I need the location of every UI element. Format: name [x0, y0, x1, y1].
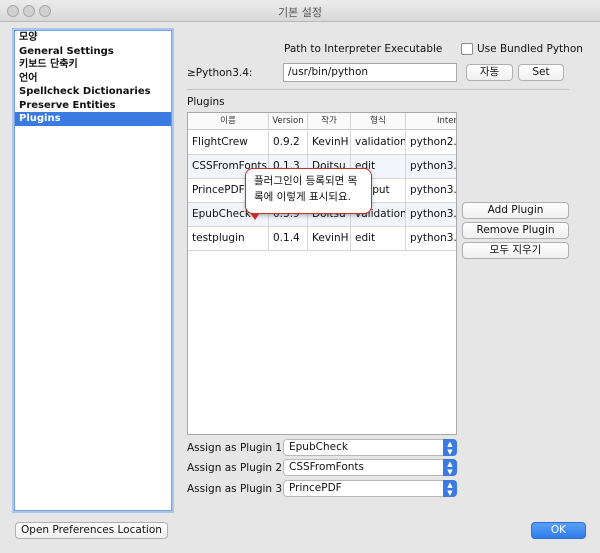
- ok-button[interactable]: OK: [531, 522, 586, 539]
- plugin-list-tooltip: 플러그인이 등록되면 목록에 이렇게 표시되요.: [245, 168, 372, 214]
- assign-plugin-3-select[interactable]: PrincePDF ▲ ▼: [283, 480, 457, 497]
- remove-plugin-button[interactable]: Remove Plugin: [462, 222, 569, 239]
- sidebar-item-keyboard-shortcuts[interactable]: 키보드 단축키: [15, 58, 171, 72]
- path-to-interpreter-label: Path to Interpreter Executable: [284, 43, 443, 55]
- tooltip-pointer: [250, 213, 260, 220]
- python-version-label: ≥Python3.4:: [187, 67, 253, 79]
- cell-author: KevinH: [308, 131, 351, 154]
- cell-version: 0.9.2: [269, 131, 308, 154]
- chevron-updown-icon: ▲ ▼: [443, 480, 457, 497]
- cell-type: validation: [351, 131, 406, 154]
- section-divider: [187, 89, 569, 90]
- cell-interpreter: python2.7: [410, 136, 457, 148]
- sidebar-item-preserve-entities[interactable]: Preserve Entities: [15, 99, 171, 113]
- clear-all-plugins-button[interactable]: 모두 지우기: [462, 242, 569, 259]
- assign-plugin-1-value: EpubCheck: [289, 441, 348, 453]
- cell-author: KevinH: [308, 227, 351, 250]
- column-header-author[interactable]: 작가: [308, 113, 351, 130]
- assign-plugin-2-select[interactable]: CSSFromFonts ▲ ▼: [283, 459, 457, 476]
- table-header: 이름 Version 작가 형식 Inter: [188, 113, 456, 130]
- sidebar-item-appearance[interactable]: 모양: [15, 31, 171, 45]
- column-header-name[interactable]: 이름: [188, 113, 269, 130]
- chevron-updown-icon: ▲ ▼: [443, 439, 457, 456]
- assign-plugin-1-select[interactable]: EpubCheck ▲ ▼: [283, 439, 457, 456]
- add-plugin-button[interactable]: Add Plugin: [462, 202, 569, 219]
- assign-plugin-1-label: Assign as Plugin 1: [187, 442, 283, 454]
- cell-interpreter: python3.4: [410, 160, 457, 172]
- cell-interpreter: python3.4: [410, 208, 457, 220]
- table-row[interactable]: testplugin 0.1.4 KevinH edit python3.4: [188, 227, 457, 251]
- preferences-category-list[interactable]: 모양 General Settings 키보드 단축키 언어 Spellchec…: [14, 30, 172, 511]
- cell-name: FlightCrew: [188, 131, 269, 154]
- window-title: 기본 설정: [278, 6, 322, 19]
- sidebar-item-plugins[interactable]: Plugins: [15, 112, 171, 126]
- column-header-type[interactable]: 형식: [351, 113, 406, 130]
- open-preferences-location-button[interactable]: Open Preferences Location: [15, 522, 168, 539]
- cell-version: 0.1.4: [269, 227, 308, 250]
- plugins-table[interactable]: 이름 Version 작가 형식 Inter FlightCrew 0.9.2 …: [187, 112, 457, 435]
- use-bundled-python-checkbox[interactable]: [461, 43, 473, 55]
- title-bar: 기본 설정: [0, 0, 600, 22]
- assign-plugin-2-label: Assign as Plugin 2: [187, 462, 283, 474]
- sidebar-item-language[interactable]: 언어: [15, 72, 171, 86]
- cell-name: testplugin: [188, 227, 269, 250]
- sidebar-item-spellcheck-dictionaries[interactable]: Spellcheck Dictionaries: [15, 85, 171, 99]
- plugins-section-label: Plugins: [187, 96, 225, 108]
- sidebar-item-general-settings[interactable]: General Settings: [15, 45, 171, 59]
- table-row[interactable]: FlightCrew 0.9.2 KevinH validation pytho…: [188, 131, 457, 155]
- assign-plugin-3-label: Assign as Plugin 3: [187, 483, 283, 495]
- use-bundled-python-label: Use Bundled Python: [477, 43, 583, 55]
- cell-interpreter: python3.4: [410, 184, 457, 196]
- set-button[interactable]: Set: [518, 64, 564, 81]
- auto-button[interactable]: 자동: [466, 64, 513, 81]
- assign-plugin-3-value: PrincePDF: [289, 482, 342, 494]
- column-header-interpreter[interactable]: Inter: [406, 113, 456, 130]
- interpreter-path-input[interactable]: /usr/bin/python: [283, 63, 457, 82]
- cell-interpreter: python3.4: [410, 232, 457, 244]
- cell-type: edit: [351, 227, 406, 250]
- assign-plugin-2-value: CSSFromFonts: [289, 461, 365, 473]
- column-header-version[interactable]: Version: [269, 113, 308, 130]
- chevron-updown-icon: ▲ ▼: [443, 459, 457, 476]
